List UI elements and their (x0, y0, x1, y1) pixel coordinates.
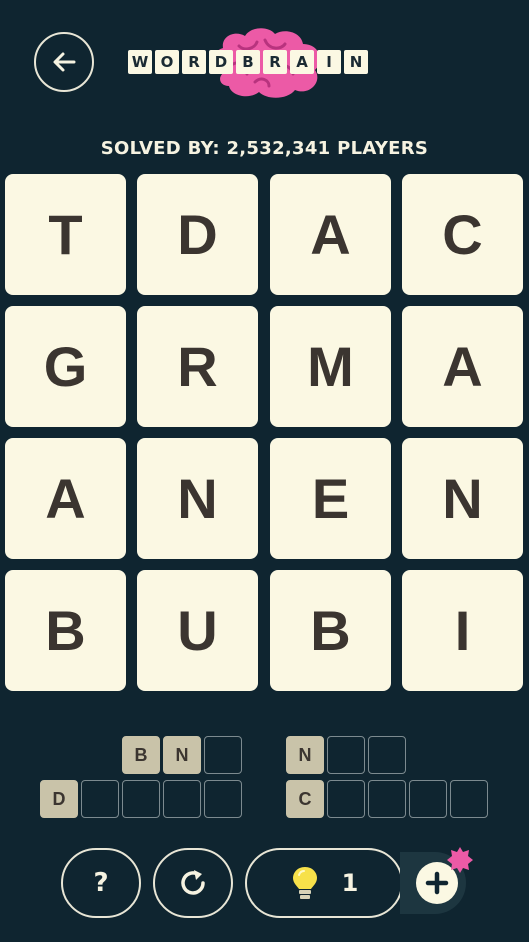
wordbrain-logo: W O R D B R A I N (128, 24, 403, 102)
star-badge-icon (447, 847, 473, 873)
letter-tile[interactable]: N (402, 438, 523, 559)
logo-letter: D (209, 50, 233, 74)
logo-letter: N (344, 50, 368, 74)
logo-letter: O (155, 50, 179, 74)
answer-slot (204, 736, 242, 774)
answer-slot (368, 780, 406, 818)
restart-button[interactable] (153, 848, 233, 918)
letter-tile[interactable]: I (402, 570, 523, 691)
answer-slot (327, 736, 365, 774)
logo-letter: R (182, 50, 206, 74)
back-button[interactable] (34, 32, 94, 92)
letter-tile[interactable]: U (137, 570, 258, 691)
logo-letter: I (317, 50, 341, 74)
answer-slot (81, 780, 119, 818)
letter-tile[interactable]: T (5, 174, 126, 295)
letter-tile[interactable]: B (5, 570, 126, 691)
answer-slot (204, 780, 242, 818)
letter-tile[interactable]: C (402, 174, 523, 295)
answer-slot (327, 780, 365, 818)
solved-by-count: SOLVED BY: 2,532,341 PLAYERS (100, 138, 429, 159)
hint-count: 1 (341, 869, 359, 897)
letter-tile[interactable]: M (270, 306, 391, 427)
answer-slot (163, 780, 201, 818)
hint-button[interactable]: 1 (245, 848, 403, 918)
question-icon: ? (93, 868, 109, 898)
answer-slot (409, 780, 447, 818)
answer-slot (122, 780, 160, 818)
arrow-left-icon (53, 52, 76, 72)
letter-tile[interactable]: A (402, 306, 523, 427)
answer-slot: C (286, 780, 324, 818)
logo-letter: W (128, 50, 152, 74)
letter-tile[interactable]: A (270, 174, 391, 295)
answer-slot: D (40, 780, 78, 818)
answer-slot (368, 736, 406, 774)
letter-tile[interactable]: D (137, 174, 258, 295)
letter-tile[interactable]: G (5, 306, 126, 427)
letter-tile[interactable]: R (137, 306, 258, 427)
help-button[interactable]: ? (61, 848, 141, 918)
letter-tile[interactable]: N (137, 438, 258, 559)
logo-letter: A (290, 50, 314, 74)
answer-slot: N (163, 736, 201, 774)
logo-letter: B (236, 50, 260, 74)
answer-slot: B (122, 736, 160, 774)
letter-tile[interactable]: A (5, 438, 126, 559)
answer-slot (450, 780, 488, 818)
answer-slot: N (286, 736, 324, 774)
letter-tile[interactable]: B (270, 570, 391, 691)
refresh-icon (181, 870, 205, 895)
lightbulb-icon (292, 867, 317, 899)
letter-tile[interactable]: E (270, 438, 391, 559)
logo-letter: R (263, 50, 287, 74)
